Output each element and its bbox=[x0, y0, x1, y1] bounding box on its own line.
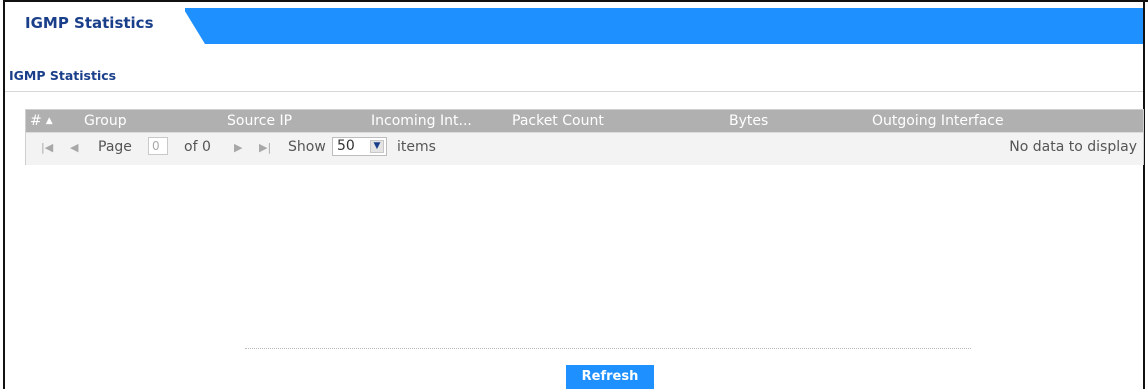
chevron-down-icon[interactable]: ▼ bbox=[370, 140, 384, 153]
column-header-bytes[interactable]: Bytes bbox=[729, 113, 849, 129]
column-header-group[interactable]: Group bbox=[84, 113, 204, 129]
first-page-icon[interactable]: |◀ bbox=[41, 141, 53, 154]
refresh-button[interactable]: Refresh bbox=[566, 365, 654, 389]
column-header-outgoing-interface[interactable]: Outgoing Interface bbox=[872, 113, 1102, 129]
frame-right-border bbox=[1143, 0, 1145, 389]
items-label: items bbox=[397, 139, 436, 155]
empty-table-message: No data to display bbox=[1009, 139, 1137, 155]
column-header-source-ip[interactable]: Source IP bbox=[227, 113, 347, 129]
section-divider bbox=[5, 91, 1143, 92]
page-number-input[interactable]: 0 bbox=[148, 137, 168, 155]
column-header-incoming-interface[interactable]: Incoming Int... bbox=[371, 113, 511, 129]
tab-igmp-statistics[interactable]: IGMP Statistics bbox=[5, 8, 205, 44]
frame-left-border bbox=[3, 0, 5, 389]
igmp-statistics-table: # ▲ Group Source IP Incoming Int... Packe… bbox=[25, 109, 1144, 165]
table-header: # ▲ Group Source IP Incoming Int... Packe… bbox=[26, 110, 1143, 132]
items-per-page-select[interactable]: 50 ▼ bbox=[332, 137, 387, 156]
column-header-index[interactable]: # ▲ bbox=[30, 113, 80, 129]
tab-strip: IGMP Statistics bbox=[5, 8, 1143, 44]
frame-top-border bbox=[3, 0, 1148, 2]
section-title: IGMP Statistics bbox=[9, 68, 117, 83]
show-label: Show bbox=[288, 139, 326, 155]
column-header-packet-count[interactable]: Packet Count bbox=[512, 113, 672, 129]
igmp-statistics-page: IGMP Statistics IGMP Statistics # ▲ Group… bbox=[0, 0, 1148, 389]
sort-ascending-icon: ▲ bbox=[45, 116, 53, 126]
page-count-label: of 0 bbox=[184, 139, 211, 155]
footer-divider bbox=[245, 348, 971, 349]
pagination-bar: |◀ ◀ Page 0 of 0 ▶ ▶| Show 50 ▼ items No… bbox=[26, 132, 1143, 165]
tab-label: IGMP Statistics bbox=[25, 14, 154, 32]
prev-page-icon[interactable]: ◀ bbox=[70, 141, 78, 154]
items-per-page-value: 50 bbox=[337, 138, 355, 154]
last-page-icon[interactable]: ▶| bbox=[259, 141, 271, 154]
next-page-icon[interactable]: ▶ bbox=[234, 141, 242, 154]
tab-strip-bar bbox=[185, 8, 1143, 44]
page-label: Page bbox=[98, 139, 132, 155]
